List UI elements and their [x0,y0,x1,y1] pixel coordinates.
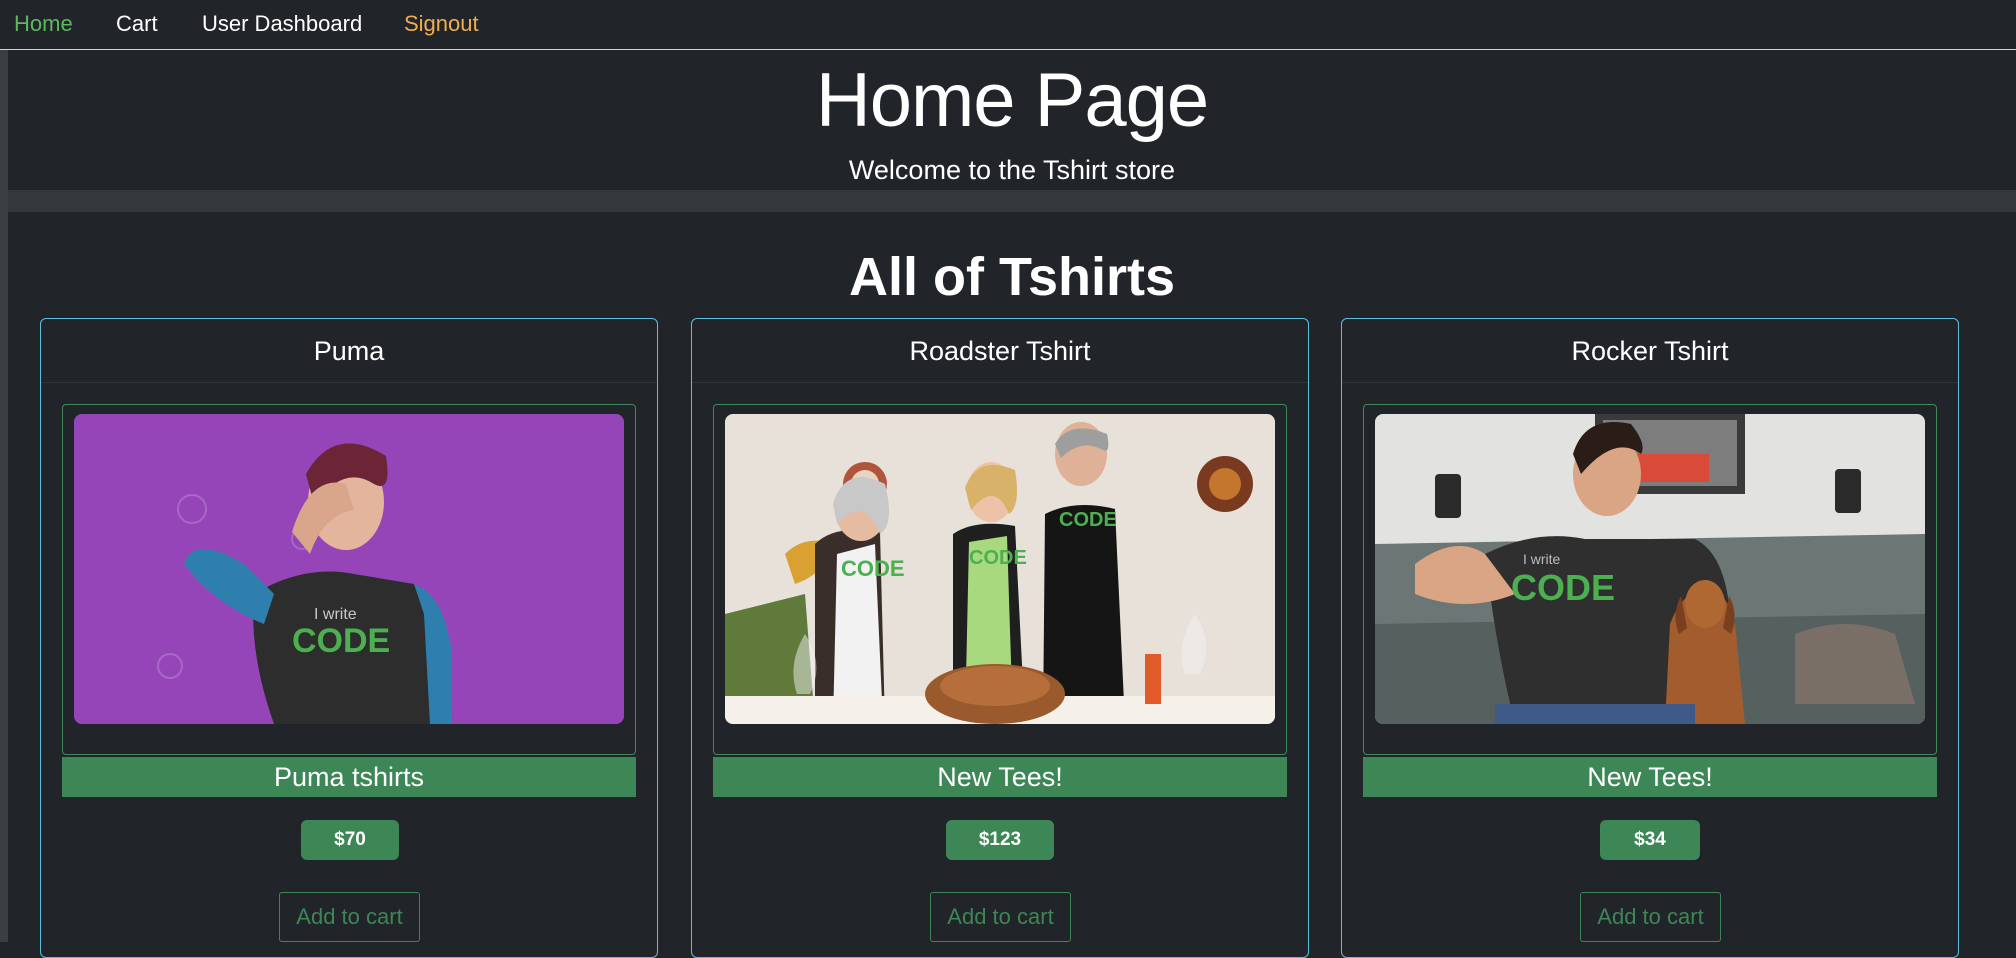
top-navbar: Home Cart User Dashboard Signout [0,0,2016,50]
woman-purple-code-tshirt-photo: I write CODE [74,414,624,724]
page-header: Home Page Welcome to the Tshirt store [8,50,2016,190]
svg-text:I write: I write [1523,551,1561,567]
left-edge-strip [0,50,8,942]
product-image: I write CODE [74,414,624,724]
card-header: Puma [41,319,657,383]
product-name: Roadster Tshirt [909,336,1091,366]
page-title: Home Page [815,58,1209,143]
product-image-frame: CODE CODE CODE [713,404,1287,755]
svg-text:CODE: CODE [1511,567,1615,608]
product-description: New Tees! [1363,757,1937,797]
product-image: CODE CODE CODE [725,414,1275,724]
product-image-frame: I write CODE [1363,404,1937,755]
svg-text:CODE: CODE [292,622,390,660]
product-card-rocker: Rocker Tshirt I write CODE New Tees! $34… [1341,318,1959,958]
svg-text:CODE: CODE [841,556,905,581]
page-subtitle: Welcome to the Tshirt store [848,155,1176,185]
nav-home-link[interactable]: Home [14,11,73,37]
price-badge: $123 [946,820,1054,860]
product-card-roadster: Roadster Tshirt CODE CODE CODE New Tees!… [691,318,1309,958]
product-description: Puma tshirts [62,757,636,797]
nav-signout-link[interactable]: Signout [404,11,479,37]
card-header: Roadster Tshirt [692,319,1308,383]
product-name: Rocker Tshirt [1571,336,1729,366]
family-dinner-code-tshirts-photo: CODE CODE CODE [725,414,1275,724]
add-to-cart-button[interactable]: Add to cart [1580,892,1721,942]
product-image-frame: I write CODE [62,404,636,755]
price-badge: $70 [301,820,399,860]
svg-text:CODE: CODE [1059,509,1117,531]
nav-user-dashboard-link[interactable]: User Dashboard [202,11,362,37]
svg-text:I write: I write [314,606,357,623]
svg-text:CODE: CODE [969,547,1027,569]
man-dog-sofa-code-tshirt-photo: I write CODE [1375,414,1925,724]
card-header: Rocker Tshirt [1342,319,1958,383]
nav-cart-link[interactable]: Cart [116,11,158,37]
product-image: I write CODE [1375,414,1925,724]
product-description: New Tees! [713,757,1287,797]
add-to-cart-button[interactable]: Add to cart [279,892,420,942]
product-name: Puma [313,336,385,366]
product-card-puma: Puma I write CODE Puma tshirts $70 Add t… [40,318,658,958]
header-divider [8,190,2016,212]
add-to-cart-button[interactable]: Add to cart [930,892,1071,942]
price-badge: $34 [1600,820,1700,860]
section-title: All of Tshirts [848,247,1175,307]
